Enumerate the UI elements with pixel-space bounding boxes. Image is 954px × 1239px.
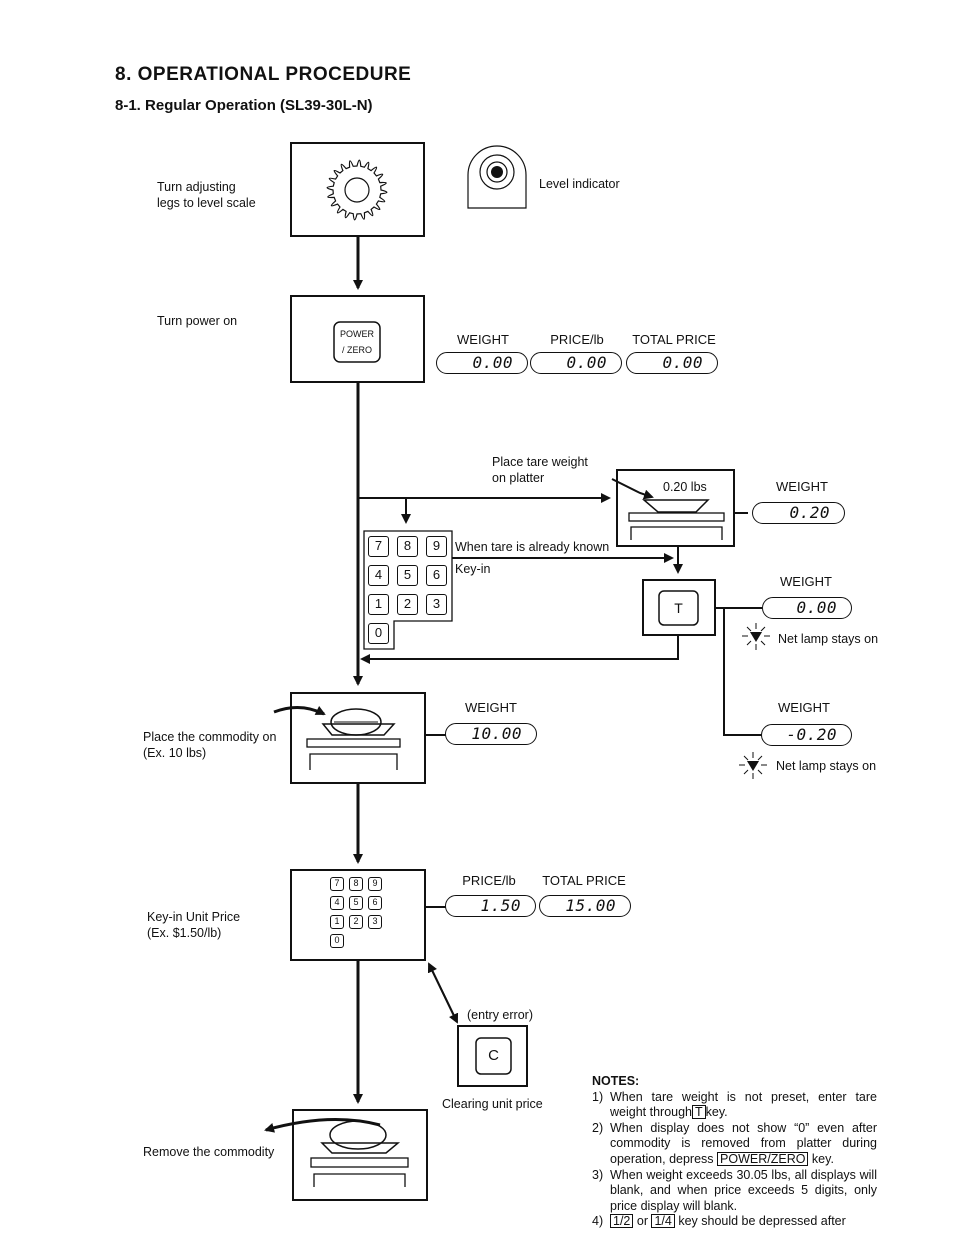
tare-keypad-key[interactable]: 4 — [368, 565, 389, 586]
half-key-ref: 1/2 — [610, 1214, 634, 1229]
tare-weight-label: 0.20 lbs — [663, 480, 707, 494]
price-keypad-key[interactable]: 8 — [349, 877, 363, 891]
weight-display-label: WEIGHT — [457, 332, 509, 347]
net-lamp-label-1: Net lamp stays on — [778, 632, 879, 646]
commodity-weight-label: WEIGHT — [465, 700, 517, 715]
keyin-label: Key-in — [455, 562, 491, 576]
price-keypad-key[interactable]: 1 — [330, 915, 344, 929]
after-tare-display: 0.00 — [762, 597, 852, 619]
tare-keypad-key[interactable]: 0 — [368, 623, 389, 644]
notes-title: NOTES: — [592, 1074, 640, 1088]
net-lamp-label-2: Net lamp stays on — [776, 759, 877, 773]
level-indicator-label: Level indicator — [539, 177, 620, 191]
tare-keypad-key[interactable]: 3 — [426, 594, 447, 615]
price-keypad-key[interactable]: 4 — [330, 896, 344, 910]
unit-total-label: TOTAL PRICE — [542, 873, 626, 888]
price-keypad-key[interactable]: 6 — [368, 896, 382, 910]
notes-section: NOTES: 1) When tare weight is not preset… — [592, 1074, 877, 1230]
tare-key-ref: T — [692, 1105, 706, 1120]
removed-display-label: WEIGHT — [778, 700, 830, 715]
power-step-label: Turn power on — [157, 314, 238, 328]
tare-keypad-key[interactable]: 7 — [368, 536, 389, 557]
price-display-label: PRICE/lb — [550, 332, 604, 347]
tare-known-label: When tare is already known — [455, 540, 610, 554]
clear-key-label[interactable]: C — [476, 1038, 511, 1074]
note-item: 2) When display does not show “0” even a… — [592, 1120, 877, 1166]
adjusting-leg-icon — [326, 159, 388, 221]
commodity-weight-display: 10.00 — [445, 723, 537, 745]
net-lamp-icon — [742, 623, 770, 650]
price-keypad-key[interactable]: 2 — [349, 915, 363, 929]
power-zero-key-label[interactable]: POWER / ZERO — [334, 326, 380, 358]
remove-step-box — [292, 1109, 428, 1201]
note-item: 1) When tare weight is not preset, enter… — [592, 1089, 877, 1120]
price-display: 0.00 — [530, 352, 622, 374]
quarter-key-ref: 1/4 — [651, 1214, 675, 1229]
commodity-step-box — [290, 692, 426, 784]
price-keypad-key[interactable]: 3 — [368, 915, 382, 929]
after-tare-display-label: WEIGHT — [780, 574, 832, 589]
total-display-label: TOTAL PRICE — [632, 332, 716, 347]
level-step-box — [290, 142, 425, 237]
price-keypad-key[interactable]: 7 — [330, 877, 344, 891]
tare-key-label[interactable]: T — [659, 591, 698, 625]
tare-weight-display: 0.20 — [752, 502, 845, 524]
power-zero-key-ref: POWER/ZERO — [717, 1151, 809, 1166]
tare-weight-display-label: WEIGHT — [776, 479, 828, 494]
unit-price-display: 1.50 — [445, 895, 536, 917]
unit-price-step-label: Key-in Unit Price (Ex. $1.50/lb) — [147, 910, 241, 940]
place-tare-label: Place tare weight on platter — [492, 455, 588, 485]
level-indicator-icon — [467, 145, 527, 209]
entry-error-label: (entry error) — [467, 1008, 533, 1022]
net-lamp-icon — [739, 752, 767, 779]
note-item: 3) When weight exceeds 30.05 lbs, all di… — [592, 1167, 877, 1213]
tare-keypad-key[interactable]: 2 — [397, 594, 418, 615]
tare-keypad-key[interactable]: 9 — [426, 536, 447, 557]
unit-total-display: 15.00 — [539, 895, 631, 917]
price-keypad-key[interactable]: 5 — [349, 896, 363, 910]
price-keypad-key[interactable]: 9 — [368, 877, 382, 891]
unit-price-label: PRICE/lb — [462, 873, 516, 888]
commodity-step-label: Place the commodity on (Ex. 10 lbs) — [143, 730, 277, 760]
remove-step-label: Remove the commodity — [143, 1145, 275, 1159]
price-keypad-key[interactable]: 0 — [330, 934, 344, 948]
weight-display: 0.00 — [436, 352, 528, 374]
tare-keypad-key[interactable]: 1 — [368, 594, 389, 615]
tare-keypad-key[interactable]: 8 — [397, 536, 418, 557]
note-item: 4) 1/2 or 1/4 key should be depressed af… — [592, 1214, 846, 1229]
level-step-label: Turn adjusting legs to level scale — [157, 180, 256, 210]
removed-display: -0.20 — [761, 724, 852, 746]
total-display: 0.00 — [626, 352, 718, 374]
clear-step-label: Clearing unit price — [442, 1097, 543, 1111]
tare-keypad-key[interactable]: 6 — [426, 565, 447, 586]
tare-keypad-key[interactable]: 5 — [397, 565, 418, 586]
